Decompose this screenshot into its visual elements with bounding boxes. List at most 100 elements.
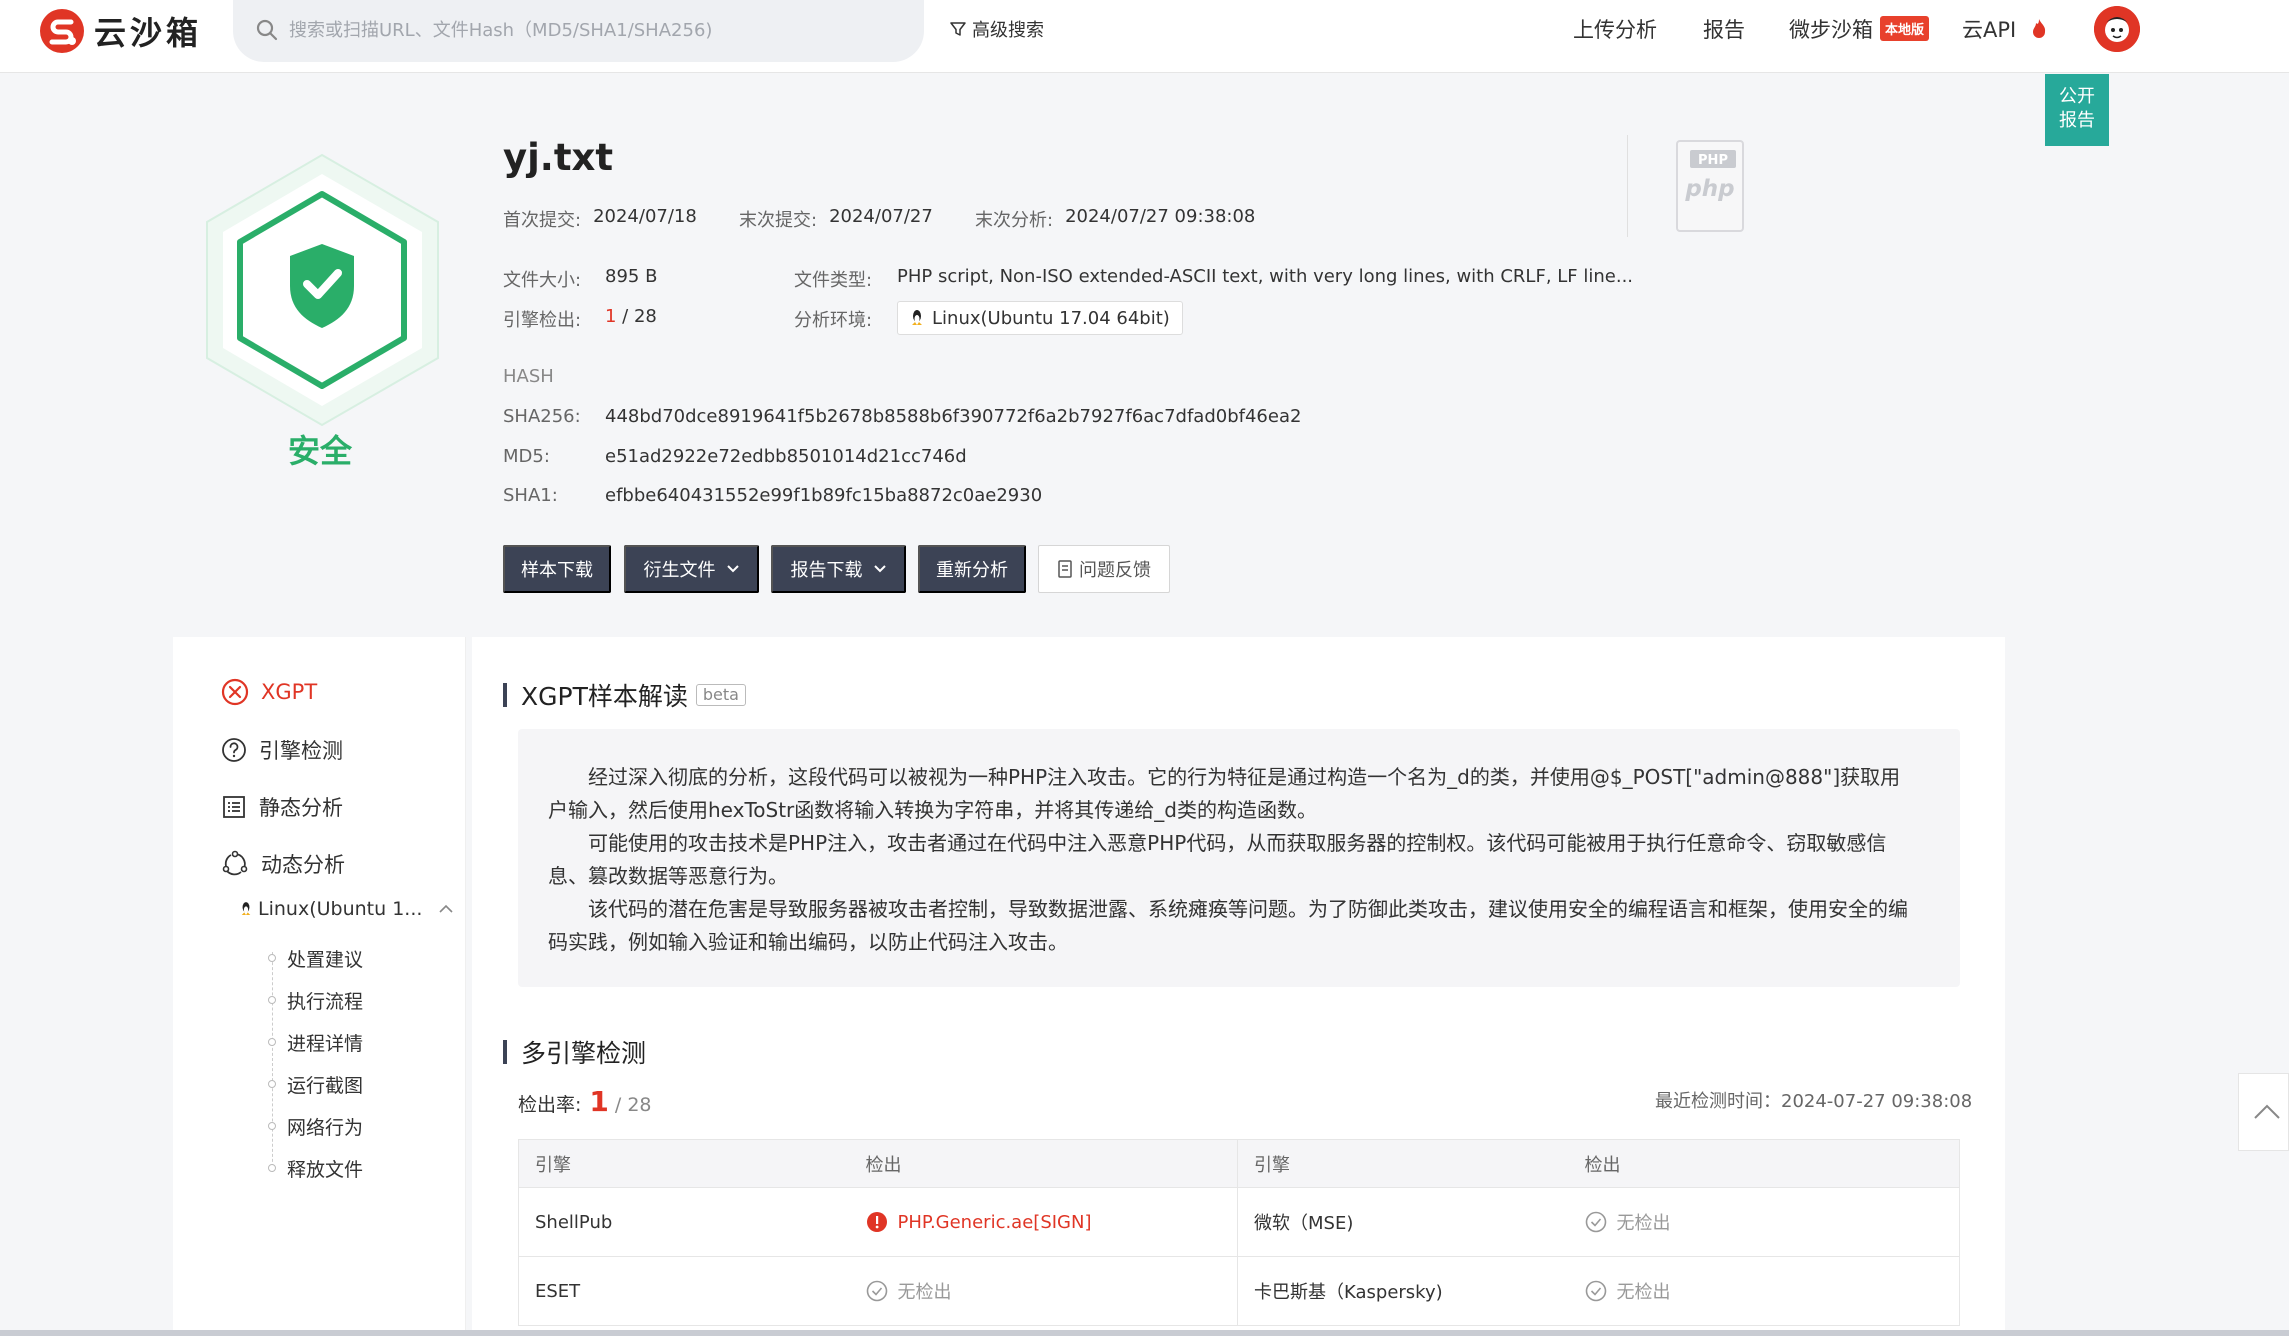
advanced-search-button[interactable]: 高级搜索 bbox=[950, 16, 1044, 42]
nav-cloud-api[interactable]: 云API bbox=[1962, 14, 2016, 44]
horizontal-scrollbar[interactable] bbox=[0, 1330, 2289, 1336]
title-bar bbox=[503, 683, 507, 707]
engine-section-title: 多引擎检测 bbox=[503, 1034, 646, 1070]
sidebar-env-toggle[interactable]: Linux(Ubuntu 1... bbox=[240, 898, 454, 920]
report-download-button[interactable]: 报告下载 bbox=[771, 545, 906, 593]
tree-item-dropped[interactable]: 释放文件 bbox=[287, 1155, 363, 1182]
beta-badge: beta bbox=[695, 684, 746, 706]
table-row: ShellPub PHP.Generic.ae[SIGN] 微软（MSE) 无检… bbox=[518, 1187, 1960, 1257]
derived-files-button[interactable]: 衍生文件 bbox=[624, 545, 759, 593]
hash-title: HASH bbox=[503, 366, 554, 387]
file-size-value: 895 B bbox=[605, 266, 658, 287]
xgpt-icon bbox=[221, 678, 249, 706]
sidebar-item-label: 引擎检测 bbox=[259, 739, 343, 763]
tree-item-network[interactable]: 网络行为 bbox=[287, 1113, 363, 1140]
back-to-top-button[interactable] bbox=[2238, 1073, 2289, 1151]
tree-item-screenshot[interactable]: 运行截图 bbox=[287, 1071, 363, 1098]
sidebar-env-label: Linux(Ubuntu 1... bbox=[258, 898, 423, 920]
engine-detect-value: 1 / 28 bbox=[605, 306, 657, 327]
sidebar-item-dynamic[interactable]: 动态分析 bbox=[221, 849, 345, 879]
md5-label: MD5: bbox=[503, 446, 550, 467]
file-name: yj.txt bbox=[503, 136, 614, 179]
document-icon bbox=[1058, 560, 1072, 578]
sidebar-item-label: 静态分析 bbox=[259, 796, 343, 820]
user-avatar[interactable] bbox=[2094, 6, 2140, 52]
file-type-label: 文件类型: bbox=[794, 270, 873, 291]
nav-micro-sandbox[interactable]: 微步沙箱 bbox=[1789, 14, 1873, 44]
detection-rate-label: 检出率: bbox=[518, 1094, 582, 1116]
logo-text: 云沙箱 bbox=[94, 14, 203, 52]
engine-total: / 28 bbox=[616, 306, 657, 327]
analysis-env-label: 分析环境: bbox=[794, 310, 873, 331]
search-input[interactable] bbox=[289, 14, 889, 46]
header-divider bbox=[1627, 135, 1628, 237]
engine-result: 无检出 bbox=[849, 1256, 1238, 1326]
tree-dot bbox=[268, 996, 276, 1004]
avatar-icon bbox=[2094, 6, 2140, 52]
last-submit-label: 末次提交: bbox=[739, 210, 818, 231]
sidebar-item-xgpt[interactable]: XGPT bbox=[221, 678, 317, 706]
nav-report[interactable]: 报告 bbox=[1703, 14, 1745, 44]
sha256-value[interactable]: 448bd70dce8919641f5b2678b8588b6f390772f6… bbox=[605, 406, 1301, 427]
last-submit: 末次提交: 2024/07/27 bbox=[739, 206, 933, 232]
tree-dot bbox=[268, 1038, 276, 1046]
engine-table: 引擎 检出 引擎 检出 ShellPub PHP.Generic.ae[SIGN… bbox=[518, 1139, 1960, 1326]
engine-result: 无检出 bbox=[1568, 1256, 1960, 1326]
engine-detect-label: 引擎检出: bbox=[503, 310, 582, 331]
first-submit-label: 首次提交: bbox=[503, 210, 582, 231]
detected-result[interactable]: PHP.Generic.ae[SIGN] bbox=[866, 1211, 1238, 1233]
alert-icon bbox=[866, 1212, 887, 1232]
analysis-env-chip[interactable]: Linux(Ubuntu 17.04 64bit) bbox=[897, 301, 1183, 335]
first-submit-value: 2024/07/18 bbox=[593, 206, 697, 227]
sidebar-item-engine[interactable]: 引擎检测 bbox=[221, 735, 343, 765]
md5-value[interactable]: e51ad2922e72edbb8501014d21cc746d bbox=[605, 446, 967, 467]
xgpt-title: XGPT样本解读 bbox=[521, 682, 688, 711]
public-report-line1: 公开 bbox=[2059, 86, 2095, 107]
first-submit: 首次提交: 2024/07/18 bbox=[503, 206, 697, 232]
tree-item-process[interactable]: 进程详情 bbox=[287, 1029, 363, 1056]
php-file-icon: PHP php bbox=[1676, 140, 1744, 232]
no-detect-result: 无检出 bbox=[1585, 1209, 1960, 1235]
tree-line bbox=[272, 952, 273, 1172]
sidebar-item-label: 动态分析 bbox=[261, 853, 345, 877]
sample-download-label: 样本下载 bbox=[521, 560, 593, 581]
linux-icon bbox=[241, 902, 251, 915]
engine-result: 无检出 bbox=[1568, 1187, 1960, 1257]
sha1-row: SHA1: efbbe640431552e99f1b89fc15ba8872c0… bbox=[503, 485, 1042, 506]
analysis-env-value: Linux(Ubuntu 17.04 64bit) bbox=[932, 307, 1170, 329]
title-bar bbox=[503, 1040, 507, 1064]
col-engine: 引擎 bbox=[1237, 1139, 1569, 1188]
last-analysis-value: 2024/07/27 09:38:08 bbox=[1065, 206, 1256, 227]
top-bar: 云沙箱 高级搜索 上传分析 报告 微步沙箱 本地版 云API bbox=[0, 0, 2289, 73]
sidebar-item-static[interactable]: 静态分析 bbox=[221, 792, 343, 822]
feedback-label: 问题反馈 bbox=[1079, 560, 1151, 581]
feedback-button[interactable]: 问题反馈 bbox=[1038, 545, 1170, 593]
file-type-value: PHP script, Non-ISO extended-ASCII text,… bbox=[897, 266, 1634, 287]
xgpt-paragraph: 可能使用的攻击技术是PHP注入，攻击者通过在代码中注入恶意PHP代码，从而获取服… bbox=[548, 831, 1887, 888]
sha256-label: SHA256: bbox=[503, 406, 581, 427]
tree-dot bbox=[268, 1164, 276, 1172]
col-detect: 检出 bbox=[849, 1139, 1238, 1188]
cycle-icon bbox=[222, 850, 248, 876]
tree-item-exec-flow[interactable]: 执行流程 bbox=[287, 987, 363, 1014]
detection-rate: 检出率: 1 / 28 bbox=[518, 1085, 652, 1118]
sample-download-button[interactable]: 样本下载 bbox=[503, 545, 611, 593]
local-version-badge: 本地版 bbox=[1880, 16, 1930, 41]
detected-label: PHP.Generic.ae[SIGN] bbox=[897, 1211, 1092, 1233]
sha1-value[interactable]: efbbe640431552e99f1b89fc15ba8872c0ae2930 bbox=[605, 485, 1042, 506]
logo[interactable]: 云沙箱 bbox=[38, 6, 202, 56]
search-bar[interactable] bbox=[233, 0, 924, 62]
last-analysis: 末次分析: 2024/07/27 09:38:08 bbox=[975, 206, 1255, 232]
xgpt-section-title: XGPT样本解读 beta bbox=[503, 677, 746, 713]
tree-item-disposal[interactable]: 处置建议 bbox=[287, 945, 363, 972]
nav-upload-analysis[interactable]: 上传分析 bbox=[1573, 14, 1657, 44]
reanalyze-button[interactable]: 重新分析 bbox=[918, 545, 1026, 593]
last-detect-time: 最近检测时间：2024-07-27 09:38:08 bbox=[1655, 1091, 1973, 1112]
no-detect-label: 无检出 bbox=[1616, 1213, 1671, 1234]
tree-dot bbox=[268, 1080, 276, 1088]
engine-name: ESET bbox=[518, 1256, 850, 1326]
chevron-down-icon bbox=[726, 565, 739, 573]
sidebar-gap bbox=[466, 637, 472, 1336]
engine-result: PHP.Generic.ae[SIGN] bbox=[849, 1187, 1238, 1257]
public-report-badge[interactable]: 公开 报告 bbox=[2045, 74, 2109, 146]
